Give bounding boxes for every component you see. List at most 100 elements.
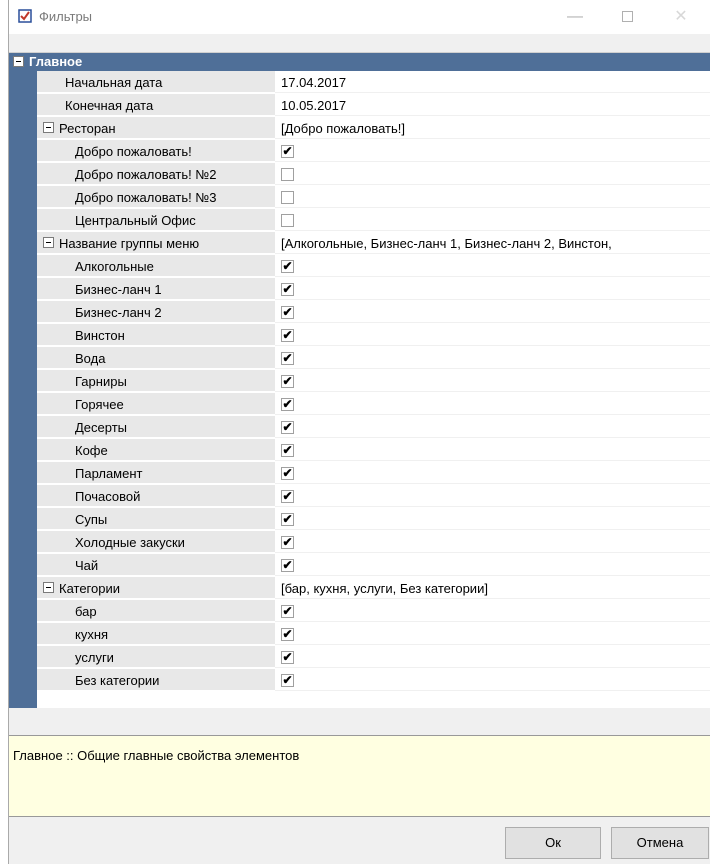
property-value-cell[interactable]: ✔ xyxy=(275,324,710,346)
property-value-cell[interactable]: ✔ xyxy=(275,255,710,277)
property-name-cell[interactable]: Горячее xyxy=(37,393,275,415)
property-value-cell[interactable]: ✔ xyxy=(275,669,710,691)
property-name-cell[interactable]: Супы xyxy=(37,508,275,530)
unchecked-checkbox[interactable] xyxy=(281,168,294,181)
property-value-cell[interactable] xyxy=(275,209,710,231)
property-name-cell[interactable]: Начальная дата xyxy=(37,71,275,93)
property-name-cell[interactable]: Алкогольные xyxy=(37,255,275,277)
property-value-cell[interactable]: 10.05.2017 xyxy=(275,94,710,116)
property-row[interactable]: Гарниры ✔ xyxy=(37,370,710,393)
property-row[interactable]: Кофе ✔ xyxy=(37,439,710,462)
unchecked-checkbox[interactable] xyxy=(281,214,294,227)
property-row[interactable]: Добро пожаловать! №2 xyxy=(37,163,710,186)
property-name-cell[interactable]: кухня xyxy=(37,623,275,645)
property-value-cell[interactable]: ✔ xyxy=(275,462,710,484)
collapse-group-toggle[interactable] xyxy=(43,237,54,248)
property-row[interactable]: Супы ✔ xyxy=(37,508,710,531)
property-value-cell[interactable]: ✔ xyxy=(275,393,710,415)
checked-checkbox[interactable]: ✔ xyxy=(281,444,294,457)
property-row[interactable]: Парламент ✔ xyxy=(37,462,710,485)
property-name-cell[interactable]: Добро пожаловать! xyxy=(37,140,275,162)
property-name-cell[interactable]: Бизнес-ланч 1 xyxy=(37,278,275,300)
property-value-cell[interactable] xyxy=(275,186,710,208)
collapse-group-toggle[interactable] xyxy=(43,122,54,133)
property-name-cell[interactable]: Конечная дата xyxy=(37,94,275,116)
property-row[interactable]: Без категории ✔ xyxy=(37,669,710,692)
property-row[interactable]: Вода ✔ xyxy=(37,347,710,370)
group-row[interactable]: Ресторан [Добро пожаловать!] xyxy=(37,117,710,140)
property-name-cell[interactable]: Почасовой xyxy=(37,485,275,507)
property-value-cell[interactable]: ✔ xyxy=(275,301,710,323)
property-value-cell[interactable]: ✔ xyxy=(275,370,710,392)
property-name-cell[interactable]: Название группы меню xyxy=(37,232,275,254)
property-row[interactable]: Начальная дата 17.04.2017 xyxy=(37,71,710,94)
unchecked-checkbox[interactable] xyxy=(281,191,294,204)
group-row[interactable]: Категории [бар, кухня, услуги, Без катего… xyxy=(37,577,710,600)
property-row[interactable]: кухня ✔ xyxy=(37,623,710,646)
property-row[interactable]: Десерты ✔ xyxy=(37,416,710,439)
close-button[interactable]: ✕ xyxy=(659,4,703,30)
property-name-cell[interactable]: Добро пожаловать! №3 xyxy=(37,186,275,208)
checked-checkbox[interactable]: ✔ xyxy=(281,283,294,296)
property-name-cell[interactable]: Вода xyxy=(37,347,275,369)
property-value-cell[interactable]: ✔ xyxy=(275,485,710,507)
property-value-cell[interactable]: [бар, кухня, услуги, Без категории] xyxy=(275,577,710,599)
cancel-button[interactable]: Отмена xyxy=(611,827,709,859)
property-name-cell[interactable]: Десерты xyxy=(37,416,275,438)
property-name-cell[interactable]: Парламент xyxy=(37,462,275,484)
maximize-button[interactable] xyxy=(605,4,649,30)
checked-checkbox[interactable]: ✔ xyxy=(281,467,294,480)
property-row[interactable]: Винстон ✔ xyxy=(37,324,710,347)
checked-checkbox[interactable]: ✔ xyxy=(281,375,294,388)
property-value-cell[interactable]: ✔ xyxy=(275,646,710,668)
property-name-cell[interactable]: Добро пожаловать! №2 xyxy=(37,163,275,185)
checked-checkbox[interactable]: ✔ xyxy=(281,559,294,572)
property-row[interactable]: Горячее ✔ xyxy=(37,393,710,416)
ok-button[interactable]: Ок xyxy=(505,827,601,859)
property-name-cell[interactable]: Бизнес-ланч 2 xyxy=(37,301,275,323)
property-value-cell[interactable]: ✔ xyxy=(275,554,710,576)
property-row[interactable]: Холодные закуски ✔ xyxy=(37,531,710,554)
property-row[interactable]: бар ✔ xyxy=(37,600,710,623)
property-name-cell[interactable]: Центральный Офис xyxy=(37,209,275,231)
checked-checkbox[interactable]: ✔ xyxy=(281,352,294,365)
property-value-cell[interactable]: [Добро пожаловать!] xyxy=(275,117,710,139)
property-name-cell[interactable]: Без категории xyxy=(37,669,275,691)
checked-checkbox[interactable]: ✔ xyxy=(281,421,294,434)
property-row[interactable]: Чай ✔ xyxy=(37,554,710,577)
collapse-group-toggle[interactable] xyxy=(43,582,54,593)
property-name-cell[interactable]: Холодные закуски xyxy=(37,531,275,553)
property-value-cell[interactable]: ✔ xyxy=(275,531,710,553)
checked-checkbox[interactable]: ✔ xyxy=(281,674,294,687)
property-row[interactable]: Центральный Офис xyxy=(37,209,710,232)
property-value-cell[interactable]: 17.04.2017 xyxy=(275,71,710,93)
group-row[interactable]: Название группы меню [Алкогольные, Бизнес… xyxy=(37,232,710,255)
property-value-cell[interactable]: ✔ xyxy=(275,140,710,162)
property-value-cell[interactable]: ✔ xyxy=(275,623,710,645)
property-value-cell[interactable]: ✔ xyxy=(275,600,710,622)
minimize-button[interactable]: — xyxy=(553,4,597,30)
property-row[interactable]: Бизнес-ланч 1 ✔ xyxy=(37,278,710,301)
property-value-cell[interactable]: ✔ xyxy=(275,416,710,438)
checked-checkbox[interactable]: ✔ xyxy=(281,306,294,319)
property-name-cell[interactable]: Ресторан xyxy=(37,117,275,139)
property-value-cell[interactable]: ✔ xyxy=(275,278,710,300)
property-value-cell[interactable]: ✔ xyxy=(275,439,710,461)
checked-checkbox[interactable]: ✔ xyxy=(281,260,294,273)
checked-checkbox[interactable]: ✔ xyxy=(281,329,294,342)
collapse-category-toggle[interactable] xyxy=(13,56,24,67)
checked-checkbox[interactable]: ✔ xyxy=(281,628,294,641)
property-name-cell[interactable]: услуги xyxy=(37,646,275,668)
checked-checkbox[interactable]: ✔ xyxy=(281,490,294,503)
property-row[interactable]: Алкогольные ✔ xyxy=(37,255,710,278)
property-row[interactable]: Конечная дата 10.05.2017 xyxy=(37,94,710,117)
property-name-cell[interactable]: Кофе xyxy=(37,439,275,461)
property-row[interactable]: услуги ✔ xyxy=(37,646,710,669)
checked-checkbox[interactable]: ✔ xyxy=(281,513,294,526)
checked-checkbox[interactable]: ✔ xyxy=(281,398,294,411)
property-row[interactable]: Добро пожаловать! №3 xyxy=(37,186,710,209)
property-row[interactable]: Бизнес-ланч 2 ✔ xyxy=(37,301,710,324)
checked-checkbox[interactable]: ✔ xyxy=(281,536,294,549)
property-row[interactable]: Почасовой ✔ xyxy=(37,485,710,508)
property-name-cell[interactable]: Гарниры xyxy=(37,370,275,392)
